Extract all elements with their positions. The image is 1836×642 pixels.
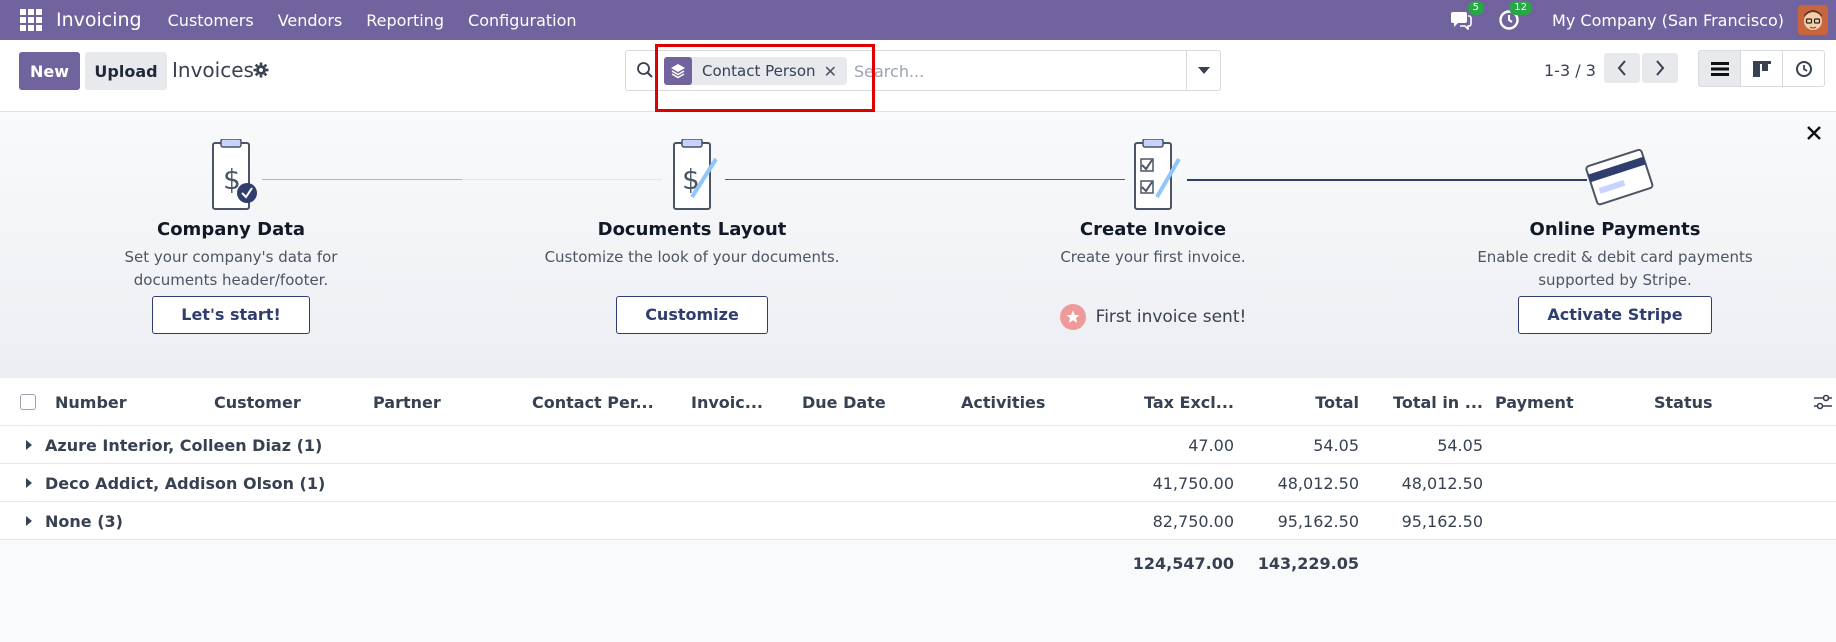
clipboard-pen-icon: $ xyxy=(662,138,722,219)
group-total-currency: 95,162.50 xyxy=(1401,512,1483,531)
kanban-view-button[interactable] xyxy=(1740,50,1783,87)
group-total: 54.05 xyxy=(1313,436,1359,455)
step-title: Create Invoice xyxy=(1079,219,1227,240)
gear-icon[interactable] xyxy=(253,62,269,82)
activity-view-button[interactable] xyxy=(1782,50,1825,87)
search-options-toggle[interactable] xyxy=(1186,51,1220,90)
annotation-highlight-box xyxy=(655,44,875,112)
group-total: 48,012.50 xyxy=(1277,474,1359,493)
step-create-invoice: Create Invoice Create your first invoice… xyxy=(993,113,1313,330)
group-tax-excluded: 82,750.00 xyxy=(1152,512,1234,531)
column-customer[interactable]: Customer xyxy=(214,393,354,412)
activate-stripe-button[interactable]: Activate Stripe xyxy=(1518,296,1712,334)
clipboard-dollar-icon: $ xyxy=(201,138,261,219)
group-total-currency: 48,012.50 xyxy=(1401,474,1483,493)
close-onboarding-icon[interactable] xyxy=(1806,125,1822,145)
user-face-icon xyxy=(1804,10,1822,30)
table-header: Number Customer Partner Contact Per... I… xyxy=(0,378,1836,426)
step-description: Customize the look of your documents. xyxy=(544,248,840,266)
column-due-date[interactable]: Due Date xyxy=(802,393,942,412)
messages-count-badge: 5 xyxy=(1467,1,1485,15)
caret-down-icon xyxy=(1197,66,1210,74)
column-activities[interactable]: Activities xyxy=(961,393,1101,412)
kanban-icon xyxy=(1752,60,1771,77)
column-options-icon[interactable] xyxy=(1814,394,1832,414)
clock-outline-icon xyxy=(1795,60,1812,77)
top-navbar: Invoicing Customers Vendors Reporting Co… xyxy=(0,0,1836,40)
group-tax-excluded: 47.00 xyxy=(1188,436,1234,455)
upload-button[interactable]: Upload xyxy=(85,52,167,90)
menu-configuration[interactable]: Configuration xyxy=(468,11,577,30)
step-description: Create your first invoice. xyxy=(1060,248,1246,266)
totals-row: 124,547.00 143,229.05 xyxy=(0,540,1836,586)
customize-button[interactable]: Customize xyxy=(616,296,768,334)
apps-menu-icon[interactable] xyxy=(20,9,42,31)
column-total-currency[interactable]: Total in ... xyxy=(1371,393,1483,412)
column-tax-excluded[interactable]: Tax Excl... xyxy=(1120,393,1234,412)
caret-right-icon xyxy=(26,516,32,526)
step-documents-layout: $ Documents Layout Customize the look of… xyxy=(532,113,852,334)
pager-previous-button[interactable] xyxy=(1604,53,1640,83)
control-panel: New Upload Invoices Contact Person ✕ 1-3… xyxy=(0,40,1836,112)
app-brand[interactable]: Invoicing xyxy=(56,9,142,31)
pager-next-button[interactable] xyxy=(1642,53,1678,83)
group-total-currency: 54.05 xyxy=(1437,436,1483,455)
step-title: Documents Layout xyxy=(597,219,787,240)
activities-button[interactable]: 12 xyxy=(1496,1,1533,33)
group-row[interactable]: None (3) 82,750.00 95,162.50 95,162.50 xyxy=(0,502,1836,540)
menu-customers[interactable]: Customers xyxy=(168,11,254,30)
group-total: 95,162.50 xyxy=(1277,512,1359,531)
column-contact-person[interactable]: Contact Per... xyxy=(532,393,672,412)
first-invoice-sent-label: First invoice sent! xyxy=(1095,307,1247,327)
step-description: Set your company's data for documents he… xyxy=(124,248,338,289)
total-amount: 143,229.05 xyxy=(1257,554,1359,573)
caret-right-icon xyxy=(26,478,32,488)
column-number[interactable]: Number xyxy=(55,393,195,412)
chat-icon xyxy=(1451,12,1472,30)
column-total[interactable]: Total xyxy=(1246,393,1359,412)
column-payment[interactable]: Payment xyxy=(1495,393,1635,412)
list-icon xyxy=(1710,61,1729,76)
activities-count-badge: 12 xyxy=(1509,1,1533,15)
group-row[interactable]: Deco Addict, Addison Olson (1) 41,750.00… xyxy=(0,464,1836,502)
column-partner[interactable]: Partner xyxy=(373,393,513,412)
step-title: Company Data xyxy=(156,219,306,240)
step-title: Online Payments xyxy=(1529,219,1701,240)
messages-button[interactable]: 5 xyxy=(1448,1,1485,33)
onboarding-panel: $ Company Data Set your company's data f… xyxy=(0,113,1836,378)
lets-start-button[interactable]: Let's start! xyxy=(152,296,310,334)
group-label: Azure Interior, Colleen Diaz (1) xyxy=(45,436,323,455)
chevron-right-icon xyxy=(1656,60,1665,76)
chevron-left-icon xyxy=(1617,60,1626,76)
search-input[interactable] xyxy=(854,59,1174,83)
total-tax-excluded: 124,547.00 xyxy=(1132,554,1234,573)
step-description: Enable credit & debit card payments supp… xyxy=(1477,248,1753,289)
clipboard-checklist-icon xyxy=(1123,138,1183,219)
group-label: None (3) xyxy=(45,512,123,531)
step-online-payments: Online Payments Enable credit & debit ca… xyxy=(1455,113,1775,334)
group-tax-excluded: 41,750.00 xyxy=(1152,474,1234,493)
user-avatar[interactable] xyxy=(1798,5,1828,35)
select-all-checkbox[interactable] xyxy=(20,394,36,410)
column-status[interactable]: Status xyxy=(1654,393,1794,412)
group-label: Deco Addict, Addison Olson (1) xyxy=(45,474,326,493)
caret-right-icon xyxy=(26,440,32,450)
new-button[interactable]: New xyxy=(19,52,80,90)
pager-value[interactable]: 1-3 / 3 xyxy=(1544,61,1596,80)
company-switcher[interactable]: My Company (San Francisco) xyxy=(1552,11,1784,30)
step-completed-indicator: First invoice sent! xyxy=(993,304,1313,330)
star-icon xyxy=(1059,304,1086,330)
list-view-button[interactable] xyxy=(1698,50,1741,87)
step-company-data: $ Company Data Set your company's data f… xyxy=(71,113,391,334)
menu-reporting[interactable]: Reporting xyxy=(366,11,444,30)
column-invoice-date[interactable]: Invoic... xyxy=(691,393,771,412)
menu-vendors[interactable]: Vendors xyxy=(278,11,343,30)
group-row[interactable]: Azure Interior, Colleen Diaz (1) 47.00 5… xyxy=(0,426,1836,464)
credit-card-icon xyxy=(1585,139,1654,219)
page-title: Invoices xyxy=(172,58,254,82)
invoice-list: Number Customer Partner Contact Per... I… xyxy=(0,378,1836,586)
search-icon xyxy=(636,61,654,83)
